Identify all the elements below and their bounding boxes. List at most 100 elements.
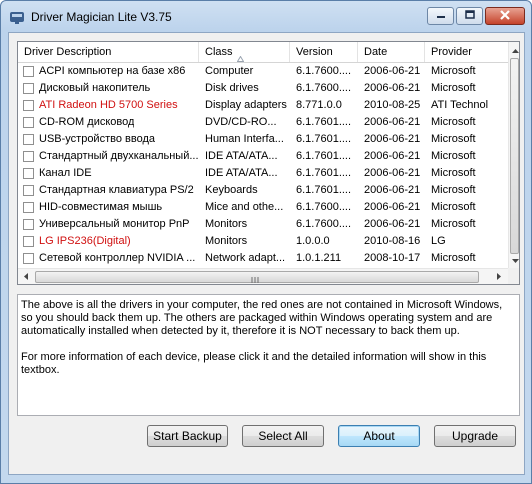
row-checkbox[interactable] <box>23 117 34 128</box>
column-header-description[interactable]: Driver Description <box>18 42 199 62</box>
row-checkbox[interactable] <box>23 83 34 94</box>
table-row[interactable]: Стандартный двухканальный... IDE ATA/ATA.… <box>18 148 508 165</box>
minimize-button[interactable] <box>427 7 454 25</box>
row-checkbox[interactable] <box>23 253 34 264</box>
cell-class: Network adapt... <box>205 252 286 264</box>
cell-class: Keyboards <box>205 184 258 196</box>
grip-icon <box>251 274 260 284</box>
start-backup-button[interactable]: Start Backup <box>147 425 228 447</box>
maximize-icon <box>464 10 475 22</box>
scroll-down-button[interactable] <box>508 253 519 267</box>
driver-description: Стандартная клавиатура PS/2 <box>39 184 194 196</box>
cell-provider: Microsoft <box>431 65 476 77</box>
horizontal-scroll-thumb[interactable] <box>35 271 479 283</box>
cell-provider: Microsoft <box>431 252 476 264</box>
maximize-button[interactable] <box>456 7 483 25</box>
table-row[interactable]: HID-совместимая мышь Mice and othe... 6.1.… <box>18 199 508 216</box>
table-row[interactable]: USB-устройство ввода Human Interfa... 6.1.… <box>18 131 508 148</box>
row-checkbox[interactable] <box>23 100 34 111</box>
vertical-scrollbar[interactable] <box>508 42 519 268</box>
cell-date: 2010-08-25 <box>364 99 421 111</box>
cell-date: 2006-06-21 <box>364 65 421 77</box>
close-button[interactable] <box>485 7 525 25</box>
table-row[interactable]: Универсальный монитор PnP Monitors 6.1.760… <box>18 216 508 233</box>
title-bar[interactable]: Driver Magician Lite V3.75 <box>1 1 531 31</box>
client-area: Driver Description Class Version Date Pr… <box>8 32 525 475</box>
table-row[interactable]: ACPI компьютер на базе x86 Computer 6.1.76… <box>18 63 508 80</box>
table-row[interactable]: ATI Radeon HD 5700 Series Display adapter… <box>18 97 508 114</box>
cell-description: Канал IDE <box>18 165 199 182</box>
cell-class: Disk drives <box>205 82 259 94</box>
cell-version: 8.771.0.0 <box>296 99 342 111</box>
cell-date: 2006-06-21 <box>364 201 421 213</box>
column-header-date[interactable]: Date <box>358 42 425 62</box>
table-row[interactable]: Стандартная клавиатура PS/2 Keyboards 6.1.… <box>18 182 508 199</box>
cell-date: 2006-06-21 <box>364 218 421 230</box>
select-all-button[interactable]: Select All <box>242 425 324 447</box>
driver-description: CD-ROM дисковод <box>39 116 135 128</box>
app-window: Driver Magician Lite V3.75 Driver Descri… <box>0 0 532 484</box>
cell-class: Monitors <box>205 218 248 230</box>
cell-version: 1.0.1.211 <box>296 252 342 264</box>
info-textbox[interactable]: The above is all the drivers in your com… <box>17 294 520 416</box>
column-header-version[interactable]: Version <box>290 42 358 62</box>
row-checkbox[interactable] <box>23 202 34 213</box>
column-header-class[interactable]: Class <box>199 42 290 62</box>
cell-class: Mice and othe... <box>205 201 284 213</box>
info-paragraph-1: The above is all the drivers in your com… <box>21 299 503 337</box>
info-paragraph-2: For more information of each device, ple… <box>21 351 487 376</box>
column-header-provider[interactable]: Provider <box>425 42 508 62</box>
driver-description: LG IPS236(Digital) <box>39 235 131 247</box>
table-row[interactable]: Сетевой контроллер NVIDIA ... Network ada… <box>18 250 508 267</box>
row-checkbox[interactable] <box>23 151 34 162</box>
cell-provider: Microsoft <box>431 150 476 162</box>
driver-description: ATI Radeon HD 5700 Series <box>39 99 178 111</box>
cell-date: 2006-06-21 <box>364 167 421 179</box>
table-row[interactable]: Дисковый накопитель Disk drives 6.1.7600..… <box>18 80 508 97</box>
row-checkbox[interactable] <box>23 219 34 230</box>
cell-version: 6.1.7600.... <box>296 201 352 213</box>
cell-date: 2006-06-21 <box>364 150 421 162</box>
cell-version: 6.1.7601.... <box>296 116 352 128</box>
driver-description: Канал IDE <box>39 167 92 179</box>
close-icon <box>500 9 510 23</box>
scroll-right-button[interactable] <box>492 270 506 284</box>
scroll-left-button[interactable] <box>19 270 33 284</box>
cell-provider: Microsoft <box>431 218 476 230</box>
cell-description: ACPI компьютер на базе x86 <box>18 63 199 80</box>
table-row[interactable]: CD-ROM дисковод DVD/CD-RO... 6.1.7601.... 2… <box>18 114 508 131</box>
vertical-scroll-thumb[interactable] <box>510 58 519 254</box>
cell-provider: Microsoft <box>431 201 476 213</box>
cell-provider: Microsoft <box>431 116 476 128</box>
row-checkbox[interactable] <box>23 168 34 179</box>
table-row[interactable]: LG IPS236(Digital) Monitors 1.0.0.0 2010-08… <box>18 233 508 250</box>
scroll-up-button[interactable] <box>508 43 519 57</box>
cell-version: 6.1.7601.... <box>296 184 352 196</box>
driver-magician-app-icon[interactable] <box>9 9 25 25</box>
driver-list[interactable]: Driver Description Class Version Date Pr… <box>17 41 520 285</box>
cell-description: HID-совместимая мышь <box>18 199 199 216</box>
cell-date: 2006-06-21 <box>364 82 421 94</box>
row-checkbox[interactable] <box>23 134 34 145</box>
driver-description: Стандартный двухканальный... <box>39 150 199 162</box>
driver-description: Сетевой контроллер NVIDIA ... <box>39 252 196 264</box>
about-button[interactable]: About <box>338 425 420 447</box>
minimize-icon <box>436 10 446 22</box>
upgrade-button[interactable]: Upgrade <box>434 425 516 447</box>
cell-description: Стандартный двухканальный... <box>18 148 199 165</box>
cell-class: Display adapters <box>205 99 287 111</box>
cell-version: 6.1.7601.... <box>296 133 352 145</box>
cell-description: Универсальный монитор PnP <box>18 216 199 233</box>
row-checkbox[interactable] <box>23 185 34 196</box>
cell-version: 6.1.7600.... <box>296 218 352 230</box>
cell-date: 2010-08-16 <box>364 235 421 247</box>
cell-date: 2008-10-17 <box>364 252 421 264</box>
scroll-corner <box>508 268 519 284</box>
row-checkbox[interactable] <box>23 236 34 247</box>
cell-class: IDE ATA/ATA... <box>205 167 278 179</box>
horizontal-scrollbar[interactable] <box>18 268 508 284</box>
row-checkbox[interactable] <box>23 66 34 77</box>
table-row[interactable]: Канал IDE IDE ATA/ATA... 6.1.7601.... 2006-… <box>18 165 508 182</box>
cell-version: 6.1.7601.... <box>296 150 352 162</box>
cell-version: 6.1.7600.... <box>296 65 352 77</box>
